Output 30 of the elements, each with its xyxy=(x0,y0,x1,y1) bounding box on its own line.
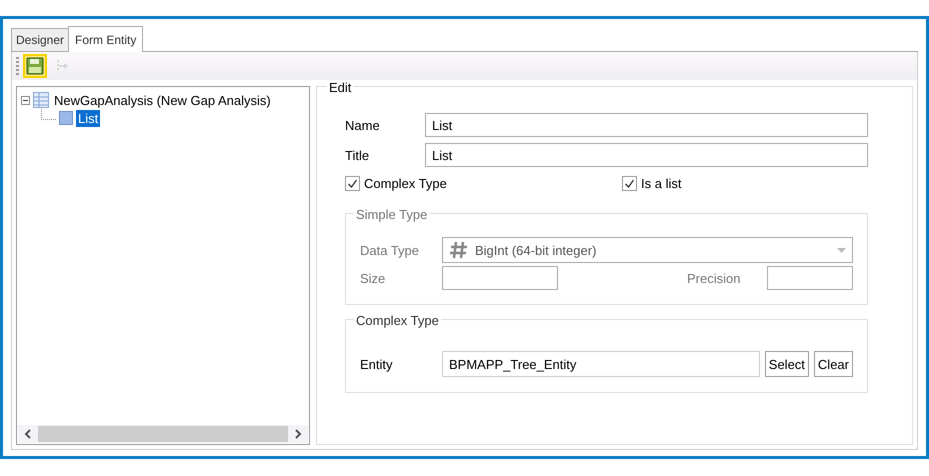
checkbox-label: Complex Type xyxy=(364,176,447,190)
hash-icon xyxy=(449,240,469,260)
horizontal-scrollbar[interactable] xyxy=(18,425,308,443)
caret-icon xyxy=(837,248,846,252)
name-field[interactable]: List xyxy=(425,113,868,137)
tab[interactable]: Designer xyxy=(11,28,70,51)
collapse-toggle[interactable] xyxy=(21,96,30,104)
action-button[interactable]: Select xyxy=(764,351,809,377)
checkbox-label: Is a list xyxy=(641,176,682,190)
title-field[interactable]: List xyxy=(425,143,868,167)
save-icon xyxy=(26,57,44,75)
square-icon xyxy=(59,111,73,125)
toolbar-button[interactable] xyxy=(23,54,47,78)
table-icon xyxy=(33,92,49,108)
field-label: Data Type xyxy=(360,242,420,258)
action-button[interactable]: Clear xyxy=(814,351,853,377)
checkbox[interactable] xyxy=(622,176,637,190)
field-label: Precision xyxy=(687,270,742,286)
field-label: Title xyxy=(345,148,370,162)
group-title: Complex Type xyxy=(354,313,441,328)
field-label: Entity xyxy=(360,356,394,372)
checkbox[interactable] xyxy=(345,176,360,190)
group-title: Edit xyxy=(327,80,354,95)
tree-item[interactable]: List xyxy=(76,110,100,126)
entity-field[interactable]: BPMAPP_Tree_Entity xyxy=(442,351,760,377)
field-label: Name xyxy=(345,118,381,132)
tab[interactable]: Form Entity xyxy=(68,26,144,52)
tree-item[interactable]: NewGapAnalysis (New Gap Analysis) xyxy=(52,92,273,108)
field-label: Size xyxy=(360,270,386,286)
group-title: Simple Type xyxy=(354,207,430,222)
